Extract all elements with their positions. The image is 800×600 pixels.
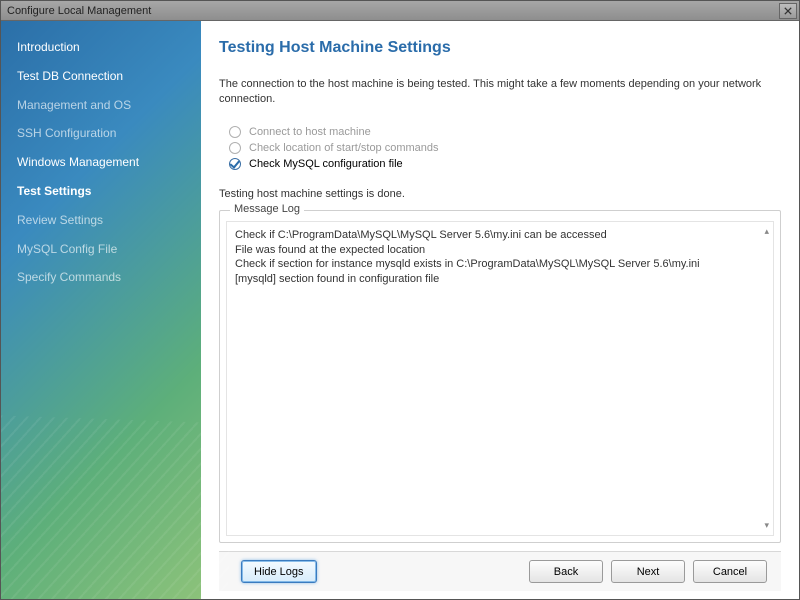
message-log-box[interactable]: ▴ Check if C:\ProgramData\MySQL\MySQL Se…: [226, 221, 774, 536]
back-button[interactable]: Back: [529, 560, 603, 583]
titlebar[interactable]: Configure Local Management: [1, 1, 799, 21]
message-log-group: Message Log ▴ Check if C:\ProgramData\My…: [219, 210, 781, 543]
next-button[interactable]: Next: [611, 560, 685, 583]
log-line: File was found at the expected location: [235, 243, 765, 258]
cancel-button[interactable]: Cancel: [693, 560, 767, 583]
status-text: Testing host machine settings is done.: [219, 188, 781, 200]
check-start-stop-commands: Check location of start/stop commands: [229, 142, 781, 154]
check-label: Connect to host machine: [249, 126, 371, 138]
log-line: Check if C:\ProgramData\MySQL\MySQL Serv…: [235, 228, 765, 243]
log-line: Check if section for instance mysqld exi…: [235, 257, 765, 272]
wizard-window: Configure Local Management Introduction …: [0, 0, 800, 600]
scroll-up-icon[interactable]: ▴: [764, 226, 769, 237]
sidebar-item-ssh-configuration[interactable]: SSH Configuration: [1, 119, 201, 148]
close-button[interactable]: [779, 3, 797, 19]
main-panel: Testing Host Machine Settings The connec…: [201, 21, 799, 599]
intro-text: The connection to the host machine is be…: [219, 77, 781, 108]
sidebar-item-test-db-connection[interactable]: Test DB Connection: [1, 62, 201, 91]
sidebar-item-windows-management[interactable]: Windows Management: [1, 148, 201, 177]
close-icon: [784, 7, 792, 15]
sidebar-item-test-settings[interactable]: Test Settings: [1, 177, 201, 206]
sidebar-item-management-and-os[interactable]: Management and OS: [1, 91, 201, 120]
hide-logs-button[interactable]: Hide Logs: [241, 560, 317, 583]
footer: Hide Logs Back Next Cancel: [219, 551, 781, 591]
radio-icon: [229, 142, 241, 154]
check-connect-host: Connect to host machine: [229, 126, 781, 138]
sidebar-item-review-settings[interactable]: Review Settings: [1, 206, 201, 235]
check-label: Check location of start/stop commands: [249, 142, 439, 154]
scroll-down-icon[interactable]: ▾: [764, 520, 769, 531]
page-title: Testing Host Machine Settings: [219, 39, 781, 57]
sidebar-item-introduction[interactable]: Introduction: [1, 33, 201, 62]
check-mysql-config-file: Check MySQL configuration file: [229, 158, 781, 170]
sidebar-item-mysql-config-file[interactable]: MySQL Config File: [1, 235, 201, 264]
sidebar: Introduction Test DB Connection Manageme…: [1, 21, 201, 599]
body: Introduction Test DB Connection Manageme…: [1, 21, 799, 599]
sidebar-item-specify-commands[interactable]: Specify Commands: [1, 263, 201, 292]
message-log-legend: Message Log: [230, 203, 304, 215]
check-label: Check MySQL configuration file: [249, 158, 403, 170]
log-line: [mysqld] section found in configuration …: [235, 272, 765, 287]
window-title: Configure Local Management: [3, 5, 779, 17]
radio-icon: [229, 126, 241, 138]
check-icon: [229, 158, 241, 170]
check-list: Connect to host machine Check location o…: [229, 122, 781, 174]
